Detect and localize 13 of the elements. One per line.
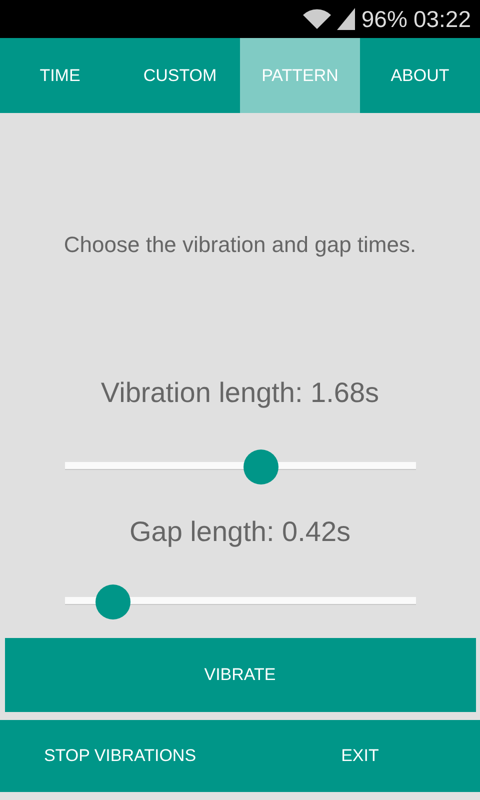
signal-icon: [337, 8, 356, 30]
slider[interactable]: [64, 449, 416, 484]
slider-thumb[interactable]: [95, 584, 130, 619]
tab[interactable]: PATTERN: [240, 38, 360, 113]
slider[interactable]: [64, 584, 416, 619]
vibrate-button[interactable]: VIBRATE: [4, 638, 476, 712]
slider-thumb[interactable]: [244, 449, 279, 484]
battery-level: 96%: [361, 6, 408, 32]
slider-label: Gap length: 0.42s: [129, 516, 351, 548]
clock: 03:22: [413, 6, 471, 32]
wifi-icon: [303, 8, 332, 30]
slider-label: Vibration length: 1.68s: [100, 377, 380, 409]
instruction-text: Choose the vibration and gap times.: [64, 232, 416, 259]
